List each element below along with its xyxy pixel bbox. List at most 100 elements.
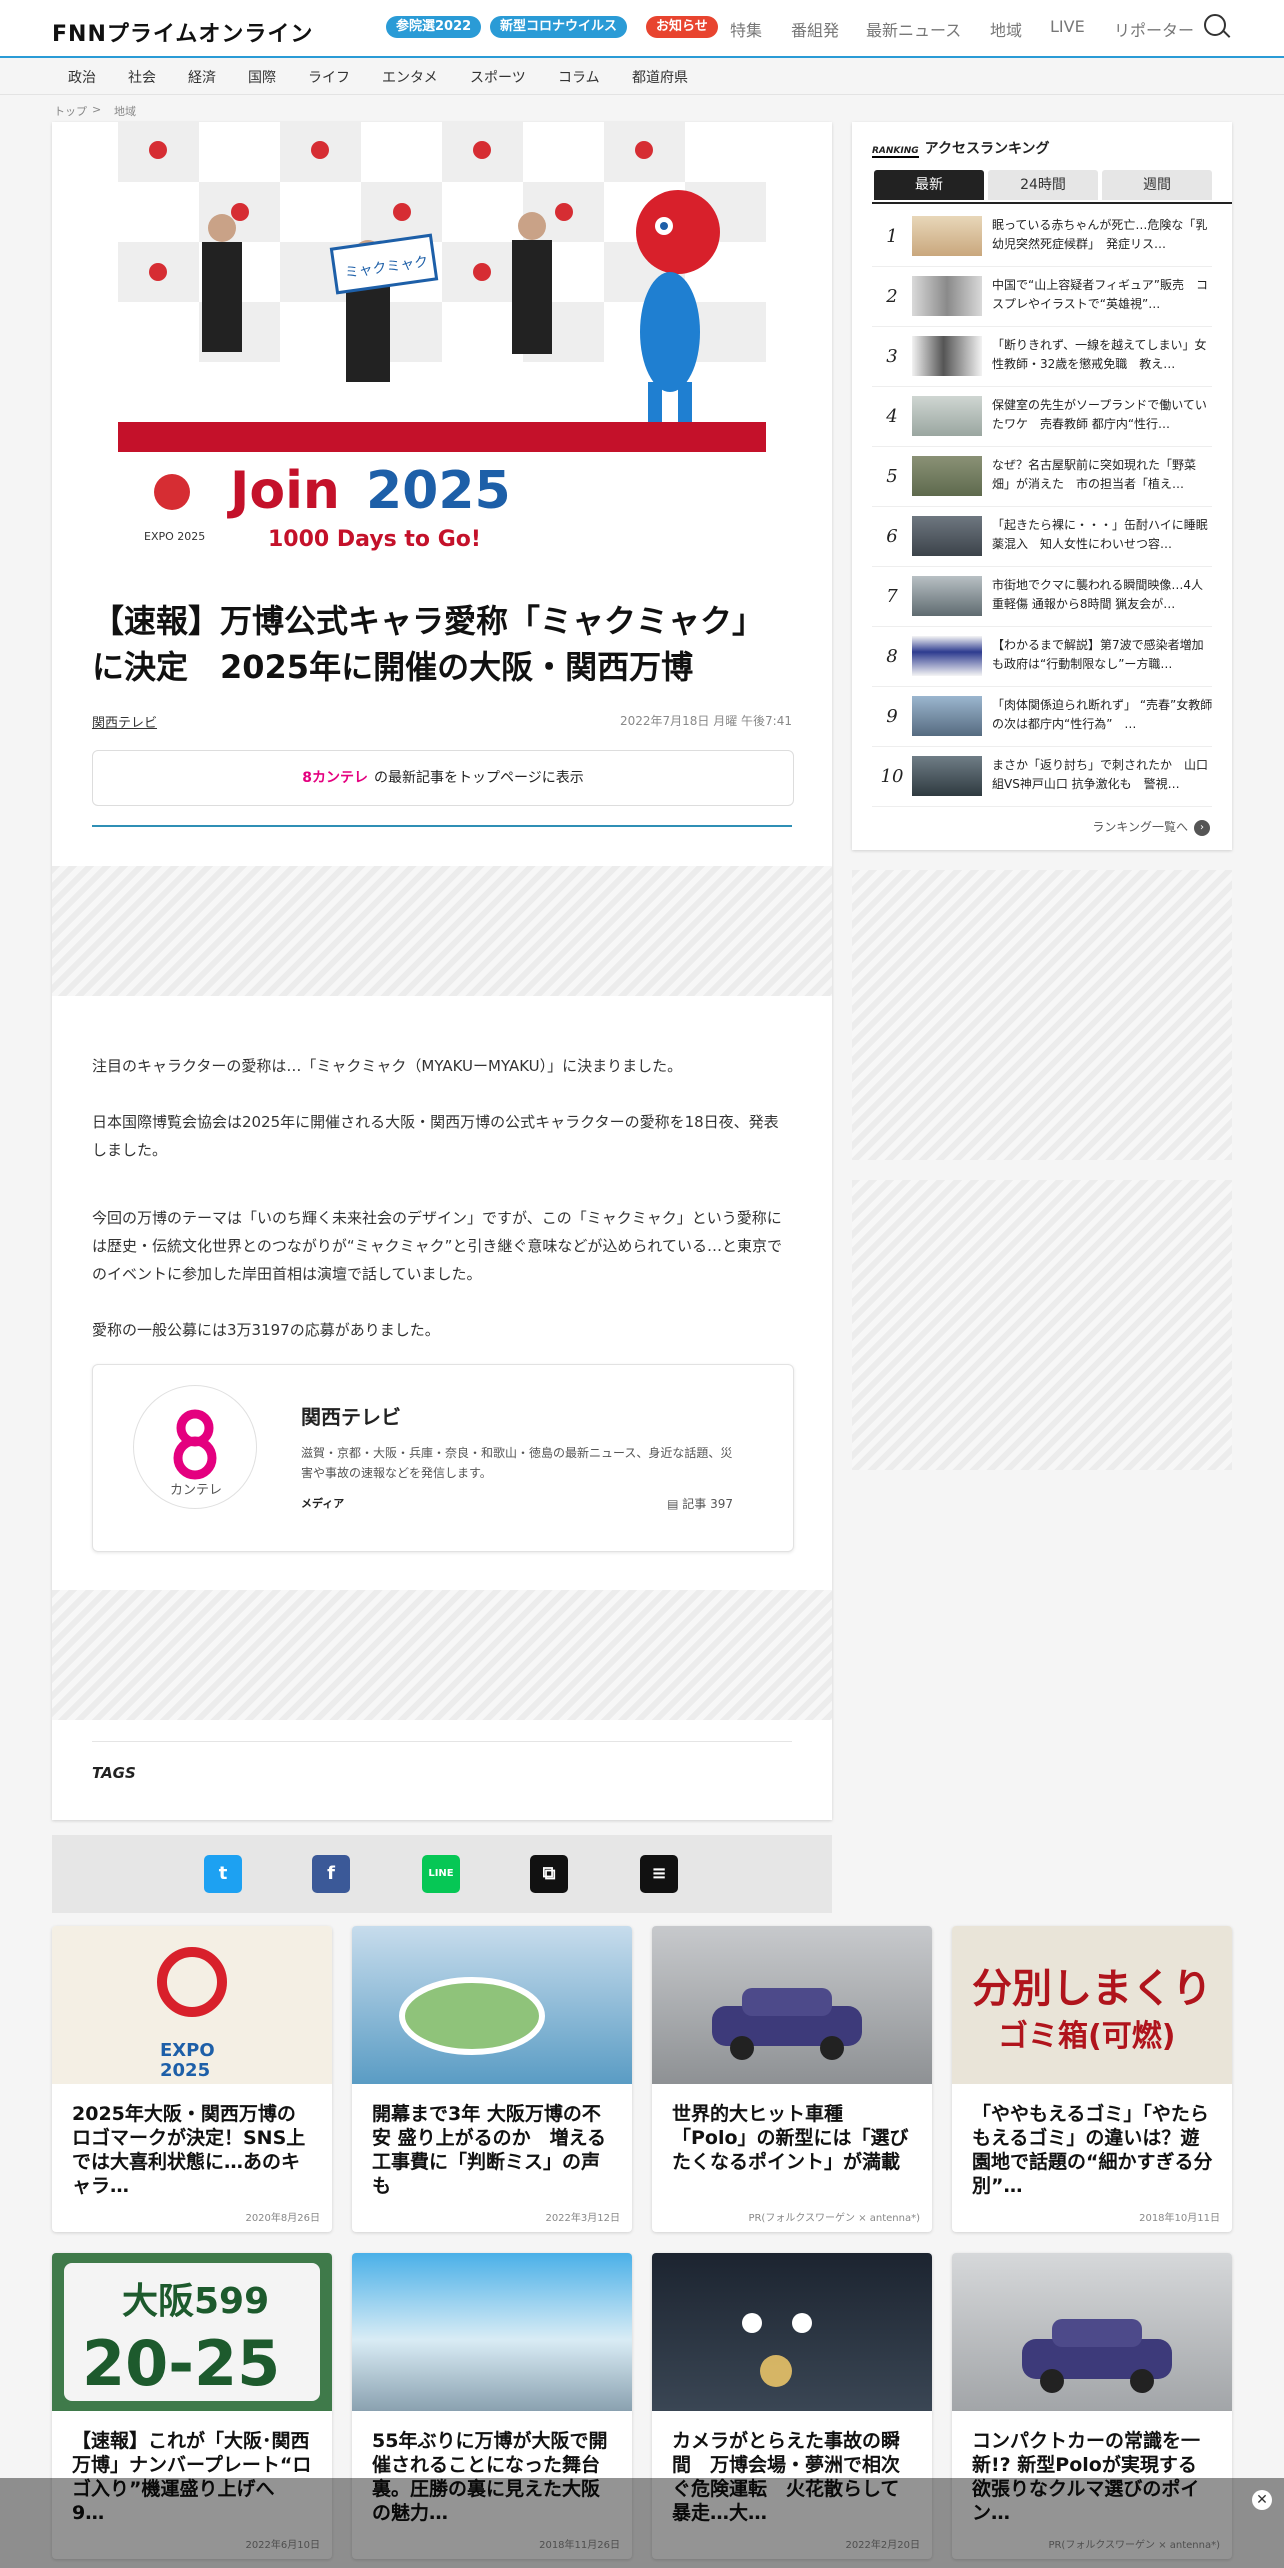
article-paragraph: 今回の万博のテーマは「いのち輝く未来社会のデザイン」ですが、この「ミャクミャク」…: [92, 1209, 782, 1283]
ad-slot-bottom: [52, 1590, 832, 1720]
comment-button[interactable]: ≡: [640, 1855, 678, 1893]
ranking-item[interactable]: 4 保健室の先生がソープランドで働いていたワケ 売春教師 都庁内“性行…: [872, 386, 1212, 447]
ranking-text: 中国で“山上容疑者フィギュア”販売 コスプレやイラストで“英雄視”…: [992, 278, 1208, 311]
ranking-thumbnail: [912, 756, 982, 796]
close-icon[interactable]: ✕: [1252, 2490, 1272, 2510]
card-meta: PR(フォルクスワーゲン × antenna*): [748, 2213, 920, 2224]
site-logo[interactable]: FNNプライムオンライン: [52, 16, 313, 48]
ranking-number: 5: [886, 466, 898, 487]
card-meta: 2022年3月12日: [545, 2213, 620, 2224]
ranking-text: 「起きたら裸に・・・」缶酎ハイに睡眠薬混入 知人女性にわいせつ容…: [992, 518, 1208, 551]
cat-sports[interactable]: スポーツ: [470, 67, 526, 87]
article-source-link[interactable]: 関西テレビ: [92, 712, 157, 731]
cat-economy[interactable]: 経済: [188, 67, 216, 87]
recommend-card[interactable]: EXPO 2025 2025年大阪・関西万博のロゴマークが決定！SNS上では大喜利…: [52, 1926, 332, 2232]
author-name[interactable]: 関西テレビ: [301, 1401, 401, 1430]
card-thumbnail: [352, 2253, 632, 2411]
ranking-number: 6: [886, 526, 898, 547]
twitter-share-button[interactable]: t: [204, 1855, 242, 1893]
article-hero-image: EXPO 2025 Join 2025 1000 Days to Go! ミャク…: [118, 122, 766, 560]
article-divider: [92, 825, 792, 827]
nav-region[interactable]: 地域: [990, 17, 1022, 41]
copy-link-button[interactable]: ⧉: [530, 1855, 568, 1893]
card-meta: 2018年10月11日: [1139, 2213, 1220, 2224]
breadcrumb-separator: >: [92, 103, 102, 116]
ranking-item[interactable]: 10 まさか「返り討ち」で刺されたか 山口組VS神戸山口 抗争激化も 警視…: [872, 746, 1212, 807]
article-card: EXPO 2025 Join 2025 1000 Days to Go! ミャク…: [52, 122, 832, 1820]
author-logo-text: カンテレ: [170, 1483, 222, 1498]
pill-election[interactable]: 参院選2022: [386, 16, 482, 38]
ranking-thumbnail: [912, 576, 982, 616]
ranking-item[interactable]: 9 「肉体関係迫られ断れず」 “売春”女教師の次は都庁内“性行為” …: [872, 686, 1212, 747]
cat-prefectures[interactable]: 都道府県: [632, 67, 688, 87]
cat-society[interactable]: 社会: [128, 67, 156, 87]
nav-latest[interactable]: 最新ニュース: [866, 17, 961, 41]
sidebar-ad-1: [852, 870, 1232, 1160]
share-bar: t f LINE ⧉ ≡: [52, 1835, 832, 1913]
ranking-text: 保健室の先生がソープランドで働いていたワケ 売春教師 都庁内“性行…: [992, 398, 1207, 431]
show-on-top-button[interactable]: 8カンテレ の最新記事をトップページに表示: [92, 750, 794, 806]
cat-life[interactable]: ライフ: [308, 67, 350, 87]
article-paragraph: 注目のキャラクターの愛称は…「ミャクミャク（MYAKUーMYAKU）」に決まりま…: [92, 1057, 683, 1075]
tab-latest[interactable]: 最新: [874, 170, 984, 200]
ranking-item[interactable]: 7 市街地でクマに襲われる瞬間映像…4人重軽傷 通報から8時間 猟友会が…: [872, 566, 1212, 627]
ranking-item[interactable]: 2 中国で“山上容疑者フィギュア”販売 コスプレやイラストで“英雄視”…: [872, 266, 1212, 327]
tab-weekly[interactable]: 週間: [1102, 170, 1212, 200]
nav-program[interactable]: 番組発: [791, 17, 839, 41]
ranking-number: 2: [886, 286, 898, 307]
ranking-item[interactable]: 3 「断りきれず、一線を越えてしまい」女性教師・32歳を懲戒免職 教え…: [872, 326, 1212, 387]
breadcrumb-current[interactable]: 地域: [114, 103, 136, 119]
sidebar-ad-2: [852, 1180, 1232, 1470]
ranking-number: 9: [886, 706, 898, 727]
recommend-card[interactable]: 分別しまくり ゴミ箱(可燃) 「ややもえるゴミ」「やたらもえるゴミ」の違いは？遊園…: [952, 1926, 1232, 2232]
ranking-thumbnail: [912, 456, 982, 496]
breadcrumb-home[interactable]: トップ: [54, 103, 87, 119]
nav-live[interactable]: LIVE: [1050, 17, 1085, 36]
search-icon[interactable]: [1204, 14, 1226, 36]
ranking-thumbnail: [912, 276, 982, 316]
hero-year-text: 2025: [366, 461, 511, 521]
cat-entertainment[interactable]: エンタメ: [382, 67, 438, 87]
site-header: FNNプライムオンライン 参院選2022 新型コロナウイルス お知らせ 特集 番…: [0, 0, 1284, 58]
card-title: 世界的大ヒット車種「Polo」の新型には「選びたくなるポイント」が満載: [672, 2103, 909, 2173]
author-count-label: 記事: [682, 1497, 707, 1511]
ranking-text: 市街地でクマに襲われる瞬間映像…4人重軽傷 通報から8時間 猟友会が…: [992, 578, 1204, 611]
ranking-more-link[interactable]: ランキング一覧へ ›: [1092, 818, 1210, 836]
cat-politics[interactable]: 政治: [68, 67, 96, 87]
card-thumb-text: 大阪599: [122, 2281, 269, 2322]
ranking-item[interactable]: 6 「起きたら裸に・・・」缶酎ハイに睡眠薬混入 知人女性にわいせつ容…: [872, 506, 1212, 567]
card-thumbnail: [352, 1926, 632, 2084]
author-card[interactable]: カンテレ 関西テレビ 滋賀・京都・大阪・兵庫・奈良・和歌山・徳島の最新ニュース、…: [92, 1364, 794, 1552]
pill-covid[interactable]: 新型コロナウイルス: [490, 16, 628, 38]
author-count-value: 397: [710, 1497, 733, 1511]
ranking-item[interactable]: 5 なぜ？名古屋駅前に突如現れた「野菜畑」が消えた 市の担当者「植え…: [872, 446, 1212, 507]
tags-divider: [92, 1741, 792, 1742]
card-title: 開幕まで3年 大阪万博の不安 盛り上がるのか 増える工事費に「判断ミス」の声も: [372, 2103, 607, 2197]
ad-slot-top: [52, 866, 832, 996]
ranking-text: なぜ？名古屋駅前に突如現れた「野菜畑」が消えた 市の担当者「植え…: [992, 458, 1197, 491]
ranking-item[interactable]: 8 【わかるまで解説】第7波で感染者増加も政府は“行動制限なし”ー方職…: [872, 626, 1212, 687]
ranking-number: 10: [880, 766, 904, 787]
ranking-text: まさか「返り討ち」で刺されたか 山口組VS神戸山口 抗争激化も 警視…: [992, 758, 1209, 791]
ranking-item[interactable]: 1 眠っている赤ちゃんが死亡…危険な「乳幼児突然死症候群」 発症リス…: [872, 206, 1212, 267]
pill-notice[interactable]: お知らせ: [646, 16, 718, 38]
ranking-more-label: ランキング一覧へ: [1092, 820, 1188, 834]
nav-reporter[interactable]: リポーター: [1114, 17, 1194, 41]
ranking-number: 8: [886, 646, 898, 667]
nav-feature[interactable]: 特集: [730, 17, 762, 41]
cat-column[interactable]: コラム: [558, 67, 600, 87]
card-thumbnail: [652, 1926, 932, 2084]
article-headline: 【速報】万博公式キャラ愛称「ミャクミャク」に決定 2025年に開催の大阪・関西万…: [92, 602, 765, 686]
ranking-badge: RANKING: [872, 146, 919, 158]
card-title: 2025年大阪・関西万博のロゴマークが決定！SNS上では大喜利状態に…あのキャラ…: [72, 2103, 306, 2197]
tab-24h[interactable]: 24時間: [988, 170, 1098, 200]
tags-heading: TAGS: [92, 1764, 136, 1782]
recommend-card[interactable]: 開幕まで3年 大阪万博の不安 盛り上がるのか 増える工事費に「判断ミス」の声も …: [352, 1926, 632, 2232]
ranking-text: 眠っている赤ちゃんが死亡…危険な「乳幼児突然死症候群」 発症リス…: [992, 218, 1208, 251]
cat-international[interactable]: 国際: [248, 67, 276, 87]
recommend-card[interactable]: 世界的大ヒット車種「Polo」の新型には「選びたくなるポイント」が満載 PR(フ…: [652, 1926, 932, 2232]
line-share-button[interactable]: LINE: [422, 1855, 460, 1893]
ranking-number: 1: [886, 226, 898, 247]
facebook-share-button[interactable]: f: [312, 1855, 350, 1893]
article-date: 2022年7月18日 月曜 午後7:41: [619, 714, 792, 728]
